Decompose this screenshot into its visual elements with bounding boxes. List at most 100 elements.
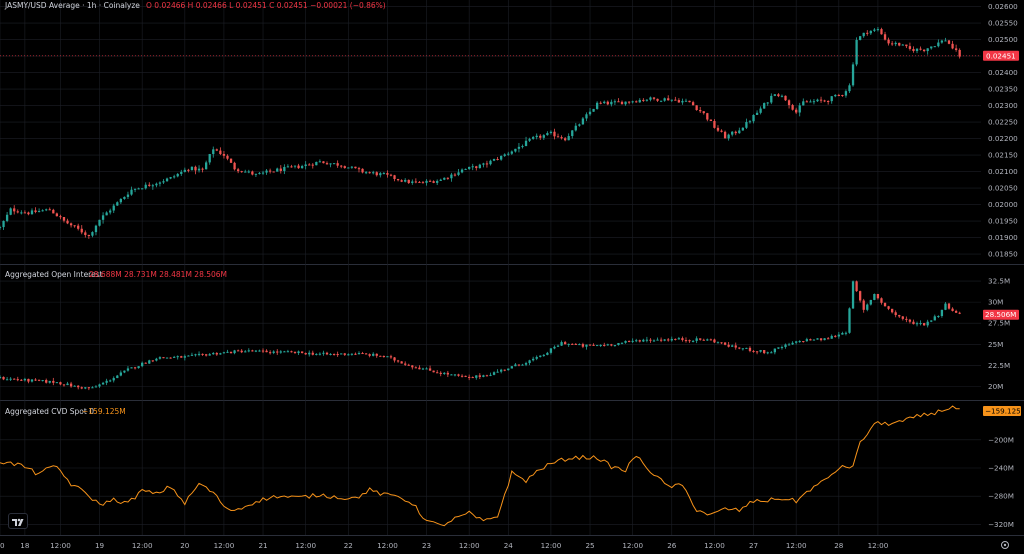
candle-body	[809, 101, 812, 103]
candle-body	[158, 357, 162, 359]
candle-body	[507, 368, 510, 371]
candle-body	[887, 306, 890, 309]
x-tick-label: 12:00	[132, 541, 153, 550]
candle-body	[66, 383, 69, 386]
candle-body	[876, 293, 880, 299]
candle-body	[197, 168, 201, 171]
candle-body	[133, 367, 137, 369]
candle-body	[532, 137, 535, 139]
candle-body	[66, 220, 69, 224]
candle-body	[539, 135, 542, 138]
candle-body	[610, 344, 613, 346]
candle-body	[315, 161, 318, 166]
candle-body	[176, 173, 179, 177]
candle-body	[585, 344, 588, 347]
candle-body	[286, 351, 290, 353]
candle-body	[723, 342, 727, 345]
candle-body	[610, 101, 613, 105]
candle-body	[219, 353, 222, 355]
open-interest-candle	[595, 344, 599, 347]
candle-body	[777, 94, 780, 97]
candle-body	[738, 347, 741, 349]
cvd-value: −159.125M	[82, 407, 126, 416]
y-tick-label: 0.02300	[988, 101, 1018, 110]
candle-body	[318, 161, 322, 163]
candle-body	[674, 338, 677, 340]
y-tick-label: 0.02500	[988, 35, 1018, 44]
candle-body	[48, 380, 51, 383]
candle-body	[940, 40, 944, 43]
tradingview-logo-icon[interactable]	[8, 513, 28, 529]
candle-body	[795, 341, 798, 343]
candle-body	[958, 312, 961, 314]
candle-body	[432, 370, 435, 373]
candle-body	[393, 357, 396, 361]
x-tick-label: 23	[422, 541, 431, 550]
last-price-tag-text: 0.02451	[986, 51, 1016, 60]
open-interest-values: 28.688M 28.731M 28.481M 28.506M	[89, 270, 228, 279]
candle-body	[368, 354, 371, 356]
candle-body	[443, 177, 446, 180]
y-tick-label: 0.02250	[988, 118, 1018, 127]
candle-body	[930, 320, 933, 322]
candle-body	[407, 179, 410, 184]
candle-body	[517, 146, 521, 149]
candle-body	[606, 101, 609, 105]
candle-body	[421, 368, 425, 370]
candle-body	[940, 309, 944, 317]
candle-body	[148, 184, 151, 186]
candle-body	[9, 378, 12, 380]
candle-body	[116, 202, 119, 206]
candle-body	[738, 130, 741, 134]
candle-body	[411, 365, 414, 368]
candle-body	[517, 364, 521, 366]
candle-body	[784, 344, 787, 348]
candle-body	[258, 350, 261, 352]
candle-body	[763, 103, 766, 109]
candle-body	[759, 108, 762, 113]
candle-body	[766, 102, 769, 104]
candle-body	[784, 95, 787, 101]
candle-body	[635, 340, 638, 342]
candle-body	[954, 310, 958, 313]
candle-body	[922, 49, 926, 52]
x-tick-label: 24	[504, 541, 514, 550]
x-tick-label: 28	[834, 541, 844, 550]
x-tick-label: 12:00	[704, 541, 725, 550]
candle-body	[695, 338, 698, 341]
candle-body	[642, 339, 645, 342]
candle-body	[20, 379, 23, 381]
candle-body	[80, 228, 83, 233]
candle-body	[9, 208, 12, 215]
candle-body	[215, 149, 218, 151]
candle-body	[247, 171, 250, 173]
open-interest-candle	[848, 307, 851, 334]
y-tick-label: −240M	[988, 464, 1014, 473]
gear-icon[interactable]	[1000, 540, 1010, 550]
candle-body	[453, 174, 457, 176]
candle-body	[73, 225, 76, 227]
candle-body	[780, 95, 784, 97]
price-candle	[332, 163, 336, 165]
candle-body	[208, 354, 211, 356]
candle-body	[45, 380, 48, 383]
candle-body	[443, 372, 446, 374]
candle-body	[169, 357, 172, 359]
candle-body	[510, 151, 513, 154]
candle-body	[240, 171, 243, 173]
candle-body	[27, 212, 30, 215]
x-tick-label: 20	[180, 541, 190, 550]
candle-body	[791, 342, 794, 345]
candle-body	[585, 114, 588, 119]
candle-body	[180, 356, 183, 358]
candle-body	[873, 29, 876, 31]
candle-body	[94, 225, 98, 233]
y-tick-label: 0.02200	[988, 134, 1018, 143]
candle-body	[34, 210, 37, 213]
candle-body	[713, 339, 716, 343]
candle-body	[23, 212, 27, 214]
candle-body	[670, 338, 673, 341]
candle-body	[912, 321, 915, 325]
candle-body	[5, 379, 9, 381]
candle-body	[674, 99, 677, 101]
